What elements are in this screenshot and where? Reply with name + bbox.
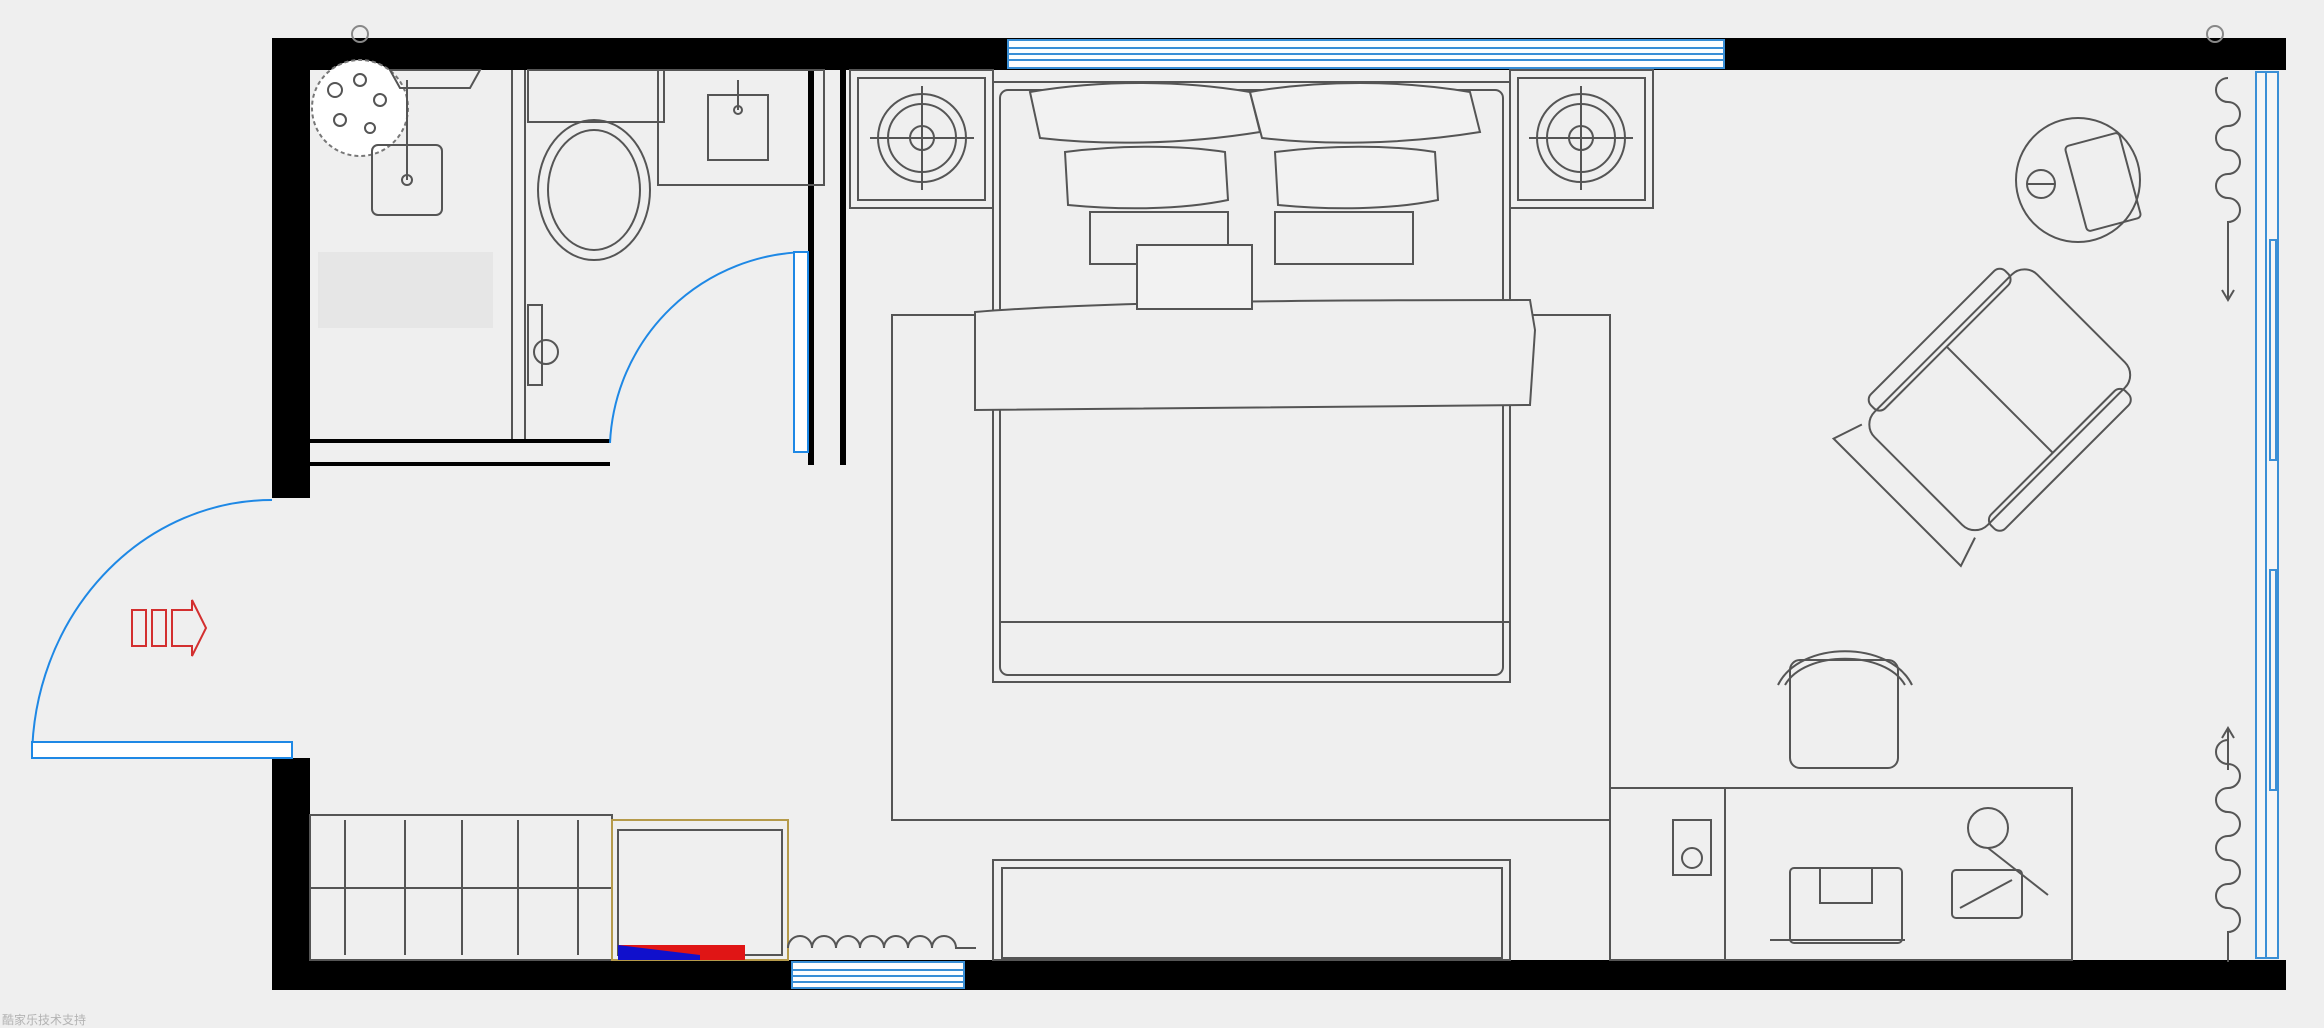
tv-cabinet-icon xyxy=(992,859,1511,961)
nightstand-right xyxy=(1509,69,1654,209)
armchair-icon[interactable] xyxy=(1830,251,2148,569)
entrance-arrow-icon xyxy=(131,599,208,657)
sink-icon xyxy=(657,69,825,186)
window-bottom xyxy=(791,961,965,989)
nightstand-left xyxy=(849,69,994,209)
desk-chair-icon[interactable] xyxy=(1777,650,1913,769)
entrance-marker: 入口 xyxy=(170,678,172,681)
shower-icon xyxy=(311,59,482,216)
desk xyxy=(1609,787,2073,961)
bedroom xyxy=(309,69,2241,962)
bed-duvet-fold xyxy=(974,298,1537,412)
curtain-icon xyxy=(787,935,976,949)
safe-icon xyxy=(1672,819,1712,876)
wall-bath-bottom xyxy=(310,439,610,443)
curtain-icon xyxy=(2215,77,2241,282)
wall-left-upper xyxy=(272,38,310,498)
curtain-icon xyxy=(2215,739,2241,962)
wardrobe-icon[interactable] xyxy=(309,814,613,961)
bathroom-door-swing xyxy=(609,251,809,444)
bathroom-floor-mat xyxy=(318,252,493,328)
window-right xyxy=(2255,71,2279,959)
bed-icon[interactable] xyxy=(974,81,1537,683)
wall-bottom xyxy=(272,960,2286,990)
bathroom-door[interactable] xyxy=(609,251,809,453)
entrance-door[interactable]: 入口 xyxy=(31,499,293,759)
luggage-cabinet xyxy=(611,819,789,961)
desk-lamp-icon xyxy=(1951,807,2049,919)
window-top xyxy=(1007,39,1725,69)
toilet-icon xyxy=(527,69,665,261)
wall-left-lower xyxy=(272,758,310,990)
laptop-icon xyxy=(1770,867,1905,944)
bathroom-door-leaf xyxy=(793,251,809,453)
paper-holder-icon xyxy=(527,304,559,386)
wall-bath-right-2 xyxy=(840,70,846,465)
side-table-icon xyxy=(2015,117,2142,243)
entrance-door-leaf xyxy=(31,741,293,759)
floor-plan: 入口 xyxy=(31,25,2286,990)
curtain-arrow-down xyxy=(2221,268,2235,302)
bathroom xyxy=(311,59,825,453)
nightstand-lamp-icon xyxy=(870,86,974,190)
footer-watermark: 酷家乐技术支持 xyxy=(2,1013,87,1027)
wall-bath-bottom-2 xyxy=(310,462,610,466)
nightstand-lamp-icon xyxy=(1529,86,1633,190)
